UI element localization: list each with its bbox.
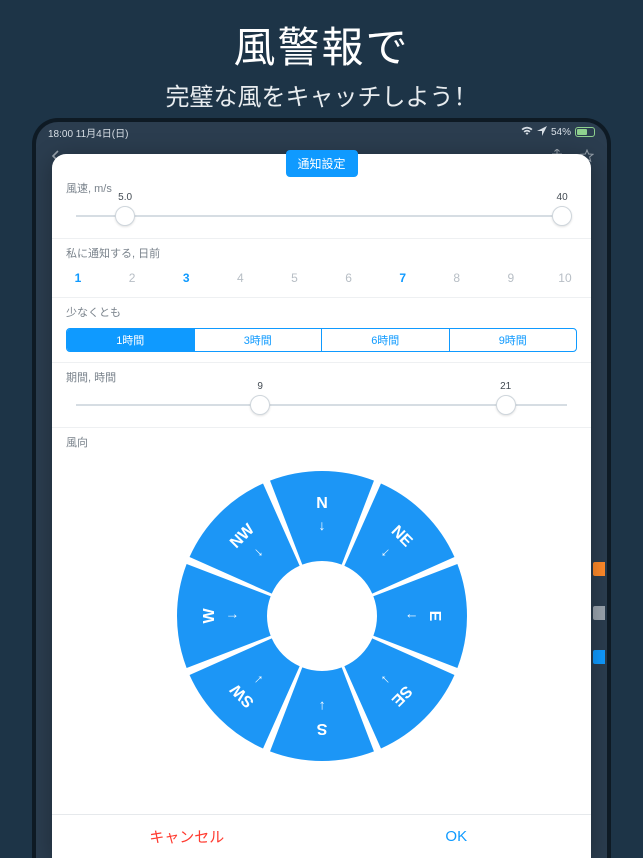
wind-speed-thumb-min[interactable]	[115, 206, 135, 226]
section-period: 期間, 時間 9 21	[52, 363, 591, 428]
notify-days-row: 1 2 3 4 5 6 7 8 9 10	[66, 269, 577, 287]
notify-day-4[interactable]: 4	[230, 271, 250, 285]
compass-label-N: N	[316, 495, 328, 512]
battery-icon	[575, 127, 595, 137]
period-max-value: 21	[500, 381, 511, 392]
at-least-option[interactable]: 3時間	[194, 329, 322, 351]
period-slider[interactable]: 9 21	[76, 393, 567, 417]
direction-label: 風向	[66, 434, 577, 450]
at-least-label: 少なくとも	[66, 304, 577, 320]
modal-footer: キャンセル OK	[52, 814, 591, 858]
wifi-icon	[521, 126, 533, 139]
compass-arrow-icon: ↓	[318, 517, 325, 533]
section-direction: 風向 N↓NE↓E↓SE↓S↓SW↓W↓NW↓	[52, 428, 591, 780]
at-least-option[interactable]: 9時間	[449, 329, 577, 351]
section-notify-days: 私に通知する, 日前 1 2 3 4 5 6 7 8 9 10	[52, 239, 591, 298]
battery-text: 54%	[551, 127, 571, 138]
notify-day-9[interactable]: 9	[501, 271, 521, 285]
notify-day-8[interactable]: 8	[447, 271, 467, 285]
notify-day-2[interactable]: 2	[122, 271, 142, 285]
compass-label-E: E	[426, 611, 443, 622]
direction-compass[interactable]: N↓NE↓E↓SE↓S↓SW↓W↓NW↓	[172, 466, 472, 766]
compass-arrow-icon: ↓	[405, 613, 421, 620]
notify-days-label: 私に通知する, 日前	[66, 245, 577, 261]
modal-title: 通知設定	[285, 150, 357, 177]
section-at-least: 少なくとも 1時間3時間6時間9時間	[52, 298, 591, 363]
ok-button[interactable]: OK	[322, 815, 592, 858]
promo-title: 風警報で	[0, 14, 643, 75]
at-least-option[interactable]: 6時間	[321, 329, 449, 351]
compass-arrow-icon: ↓	[318, 699, 325, 715]
notify-day-5[interactable]: 5	[284, 271, 304, 285]
compass-label-S: S	[316, 720, 327, 737]
device-frame: 18:00 11月4日(日) 54%	[32, 118, 611, 858]
background-peek	[593, 562, 607, 812]
notify-day-3[interactable]: 3	[176, 271, 196, 285]
settings-modal: 通知設定 風速, m/s 5.0 40 私に通知する, 日前 123456789…	[52, 154, 591, 858]
period-thumb-max[interactable]	[496, 395, 516, 415]
status-time: 18:00 11月4日(日)	[48, 125, 128, 140]
wind-speed-slider[interactable]: 5.0 40	[76, 204, 567, 228]
status-bar: 18:00 11月4日(日) 54%	[36, 122, 607, 142]
notify-day-10[interactable]: 10	[555, 271, 575, 285]
notify-day-7[interactable]: 7	[393, 271, 413, 285]
period-min-value: 9	[257, 381, 263, 392]
compass-center	[271, 565, 373, 667]
location-icon	[537, 126, 547, 139]
wind-speed-max-value: 40	[557, 192, 568, 203]
wind-speed-label: 風速, m/s	[66, 180, 577, 196]
compass-label-W: W	[201, 608, 218, 624]
compass-arrow-icon: ↓	[223, 613, 239, 620]
at-least-segmented: 1時間3時間6時間9時間	[66, 328, 577, 352]
cancel-button[interactable]: キャンセル	[52, 815, 322, 858]
promo-subtitle: 完璧な風をキャッチしよう！	[0, 77, 643, 112]
notify-day-1[interactable]: 1	[68, 271, 88, 285]
at-least-option[interactable]: 1時間	[67, 329, 194, 351]
wind-speed-min-value: 5.0	[118, 192, 132, 203]
section-wind-speed: 風速, m/s 5.0 40	[52, 174, 591, 239]
notify-day-6[interactable]: 6	[339, 271, 359, 285]
period-thumb-min[interactable]	[250, 395, 270, 415]
wind-speed-thumb-max[interactable]	[552, 206, 572, 226]
